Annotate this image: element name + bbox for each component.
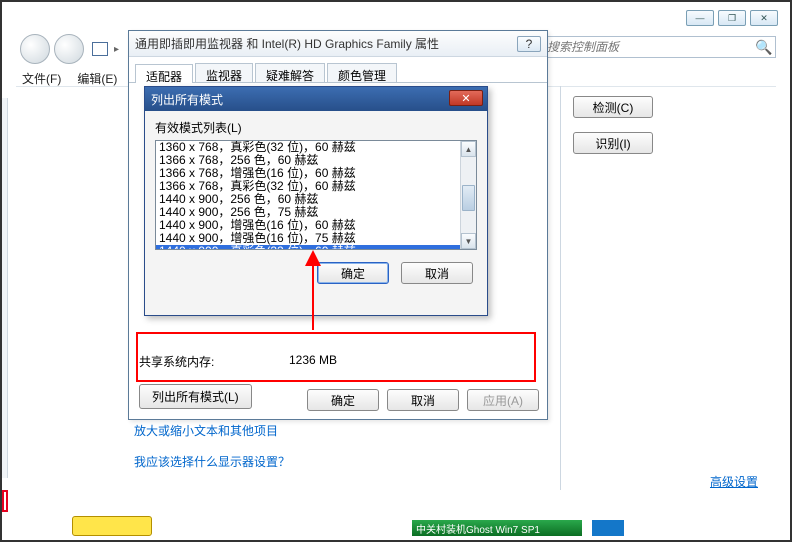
modes-dialog-title: 列出所有模式 xyxy=(151,91,223,108)
tab-troubleshoot[interactable]: 疑难解答 xyxy=(255,63,325,82)
mode-option[interactable]: 1440 x 900，真彩色(32 位)，60 赫兹 xyxy=(156,245,476,250)
tab-monitor[interactable]: 监视器 xyxy=(195,63,253,82)
modes-ok-button[interactable]: 确定 xyxy=(317,262,389,284)
list-all-modes-button[interactable]: 列出所有模式(L) xyxy=(139,384,252,409)
display-icon xyxy=(92,42,108,56)
taskbar-green-stub: 中关村装机Ghost Win7 SP1 xyxy=(412,520,582,536)
nav-forward-button[interactable] xyxy=(54,34,84,64)
shared-memory-label: 共享系统内存: xyxy=(139,353,289,370)
dialog-help-button[interactable]: ? xyxy=(517,36,541,52)
scroll-up-arrow-icon[interactable]: ▲ xyxy=(461,141,476,157)
modes-scrollbar[interactable]: ▲ ▼ xyxy=(460,141,476,249)
identify-button[interactable]: 识别(I) xyxy=(573,132,653,154)
taskbar-yellow-stub xyxy=(72,516,152,536)
properties-ok-button[interactable]: 确定 xyxy=(307,389,379,411)
list-all-modes-dialog: 列出所有模式 ✕ 有效模式列表(L) 1360 x 768，真彩色(32 位)，… xyxy=(144,86,488,316)
scroll-thumb[interactable] xyxy=(462,185,475,211)
which-display-settings-link[interactable]: 我应该选择什么显示器设置？ xyxy=(134,453,290,470)
properties-cancel-button[interactable]: 取消 xyxy=(387,389,459,411)
taskbar-blue-stub xyxy=(592,520,624,536)
modes-cancel-button[interactable]: 取消 xyxy=(401,262,473,284)
breadcrumb-arrow-icon: ▸ xyxy=(114,44,119,55)
advanced-settings-link[interactable]: 高级设置 xyxy=(710,473,758,490)
properties-title: 通用即插即用监视器 和 Intel(R) HD Graphics Family … xyxy=(135,35,439,52)
modes-list-label: 有效模式列表(L) xyxy=(155,119,477,136)
modes-listbox[interactable]: 1360 x 768，真彩色(32 位)，60 赫兹1366 x 768，256… xyxy=(155,140,477,250)
side-red-stub xyxy=(2,490,8,512)
maximize-button[interactable]: ❐ xyxy=(718,10,746,26)
scroll-down-arrow-icon[interactable]: ▼ xyxy=(461,233,476,249)
minimize-button[interactable]: — xyxy=(686,10,714,26)
detect-button[interactable]: 检测(C) xyxy=(573,96,653,118)
menu-file[interactable]: 文件(F) xyxy=(22,70,61,87)
shared-memory-value: 1236 MB xyxy=(289,353,337,370)
search-input[interactable] xyxy=(541,40,753,54)
side-panel-stub xyxy=(2,98,8,478)
properties-apply-button[interactable]: 应用(A) xyxy=(467,389,539,411)
close-button[interactable]: ✕ xyxy=(750,10,778,26)
search-box[interactable]: 🔍 xyxy=(540,36,776,58)
menu-edit[interactable]: 编辑(E) xyxy=(77,70,117,87)
modes-dialog-close-button[interactable]: ✕ xyxy=(449,90,483,106)
resize-text-link[interactable]: 放大或缩小文本和其他项目 xyxy=(134,422,290,439)
nav-back-button[interactable] xyxy=(20,34,50,64)
tab-color-management[interactable]: 颜色管理 xyxy=(327,63,397,82)
search-icon[interactable]: 🔍 xyxy=(753,39,775,56)
tab-adapter[interactable]: 适配器 xyxy=(135,64,193,83)
